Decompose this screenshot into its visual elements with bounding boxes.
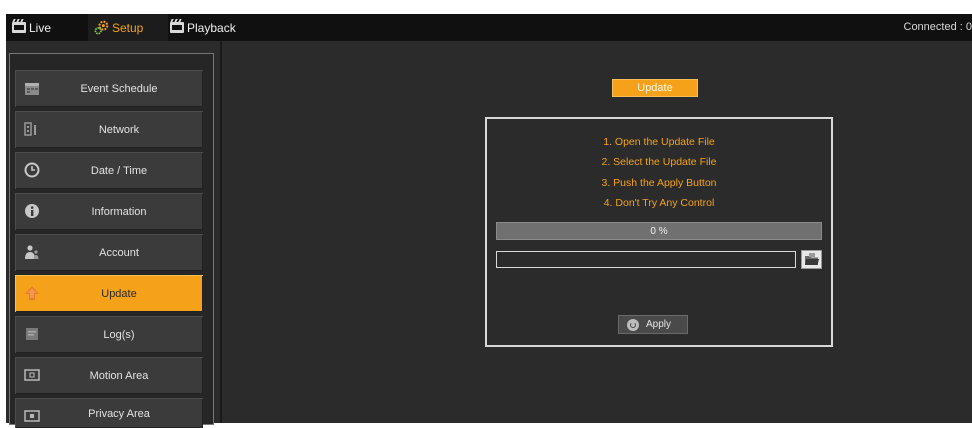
top-bar: Live Setup Playback Connected : 0 [6,14,972,41]
log-icon [24,326,40,342]
playback-icon [170,22,184,33]
apply-icon [627,319,639,331]
clock-icon [24,162,40,178]
apply-label: Apply [646,319,671,330]
step-3: 3. Push the Apply Button [487,177,831,189]
sidebar-item-label: Network [52,124,186,136]
sidebar-item-logs[interactable]: Log(s) [15,316,203,353]
sidebar-item-label: Account [52,247,186,259]
sidebar-item-date-time[interactable]: Date / Time [15,152,203,189]
sidebar-item-label: Date / Time [52,165,186,177]
sidebar-item-label: Information [52,206,186,218]
sidebar-item-label: Log(s) [52,329,186,341]
sidebar-item-label: Event Schedule [52,83,186,95]
folder-icon [802,251,821,268]
browse-button[interactable] [801,250,822,269]
sidebar-item-information[interactable]: Information [15,193,203,230]
privacy-icon [24,408,40,424]
sidebar-item-privacy-area[interactable]: Privacy Area [15,398,203,428]
tab-setup-label: Setup [112,21,143,35]
tab-setup[interactable]: Setup [88,14,168,41]
gear-icon [94,20,109,35]
sidebar-item-account[interactable]: Account [15,234,203,271]
step-2: 2. Select the Update File [487,156,831,168]
sidebar-item-label: Privacy Area [52,408,186,420]
apply-button[interactable]: Apply [618,315,688,334]
calendar-icon [24,80,40,96]
tab-playback[interactable]: Playback [170,14,255,41]
update-icon [24,285,40,301]
progress-bar: 0 % [496,222,822,240]
live-icon [12,22,26,33]
sidebar-item-update[interactable]: Update [15,275,203,312]
sidebar-item-network[interactable]: Network [15,111,203,148]
progress-label: 0 % [497,223,821,239]
sidebar-item-label: Update [52,288,186,300]
network-icon [24,121,40,137]
tab-live[interactable]: Live [12,14,88,41]
sidebar-item-motion-area[interactable]: Motion Area [15,357,203,394]
file-path-field[interactable] [496,251,796,268]
connection-status: Connected : 0 [904,21,972,33]
users-icon [24,244,40,260]
sidebar-item-event-schedule[interactable]: Event Schedule [15,70,203,107]
step-1: 1. Open the Update File [487,136,831,148]
tab-playback-label: Playback [187,21,236,35]
update-title-button[interactable]: Update [612,79,698,97]
info-icon [24,203,40,219]
sidebar-item-label: Motion Area [52,370,186,382]
step-4: 4. Don't Try Any Control [487,197,831,209]
tab-live-label: Live [29,21,51,35]
motion-icon [24,367,40,383]
divider [220,41,222,423]
update-panel: 1. Open the Update File 2. Select the Up… [485,117,833,347]
